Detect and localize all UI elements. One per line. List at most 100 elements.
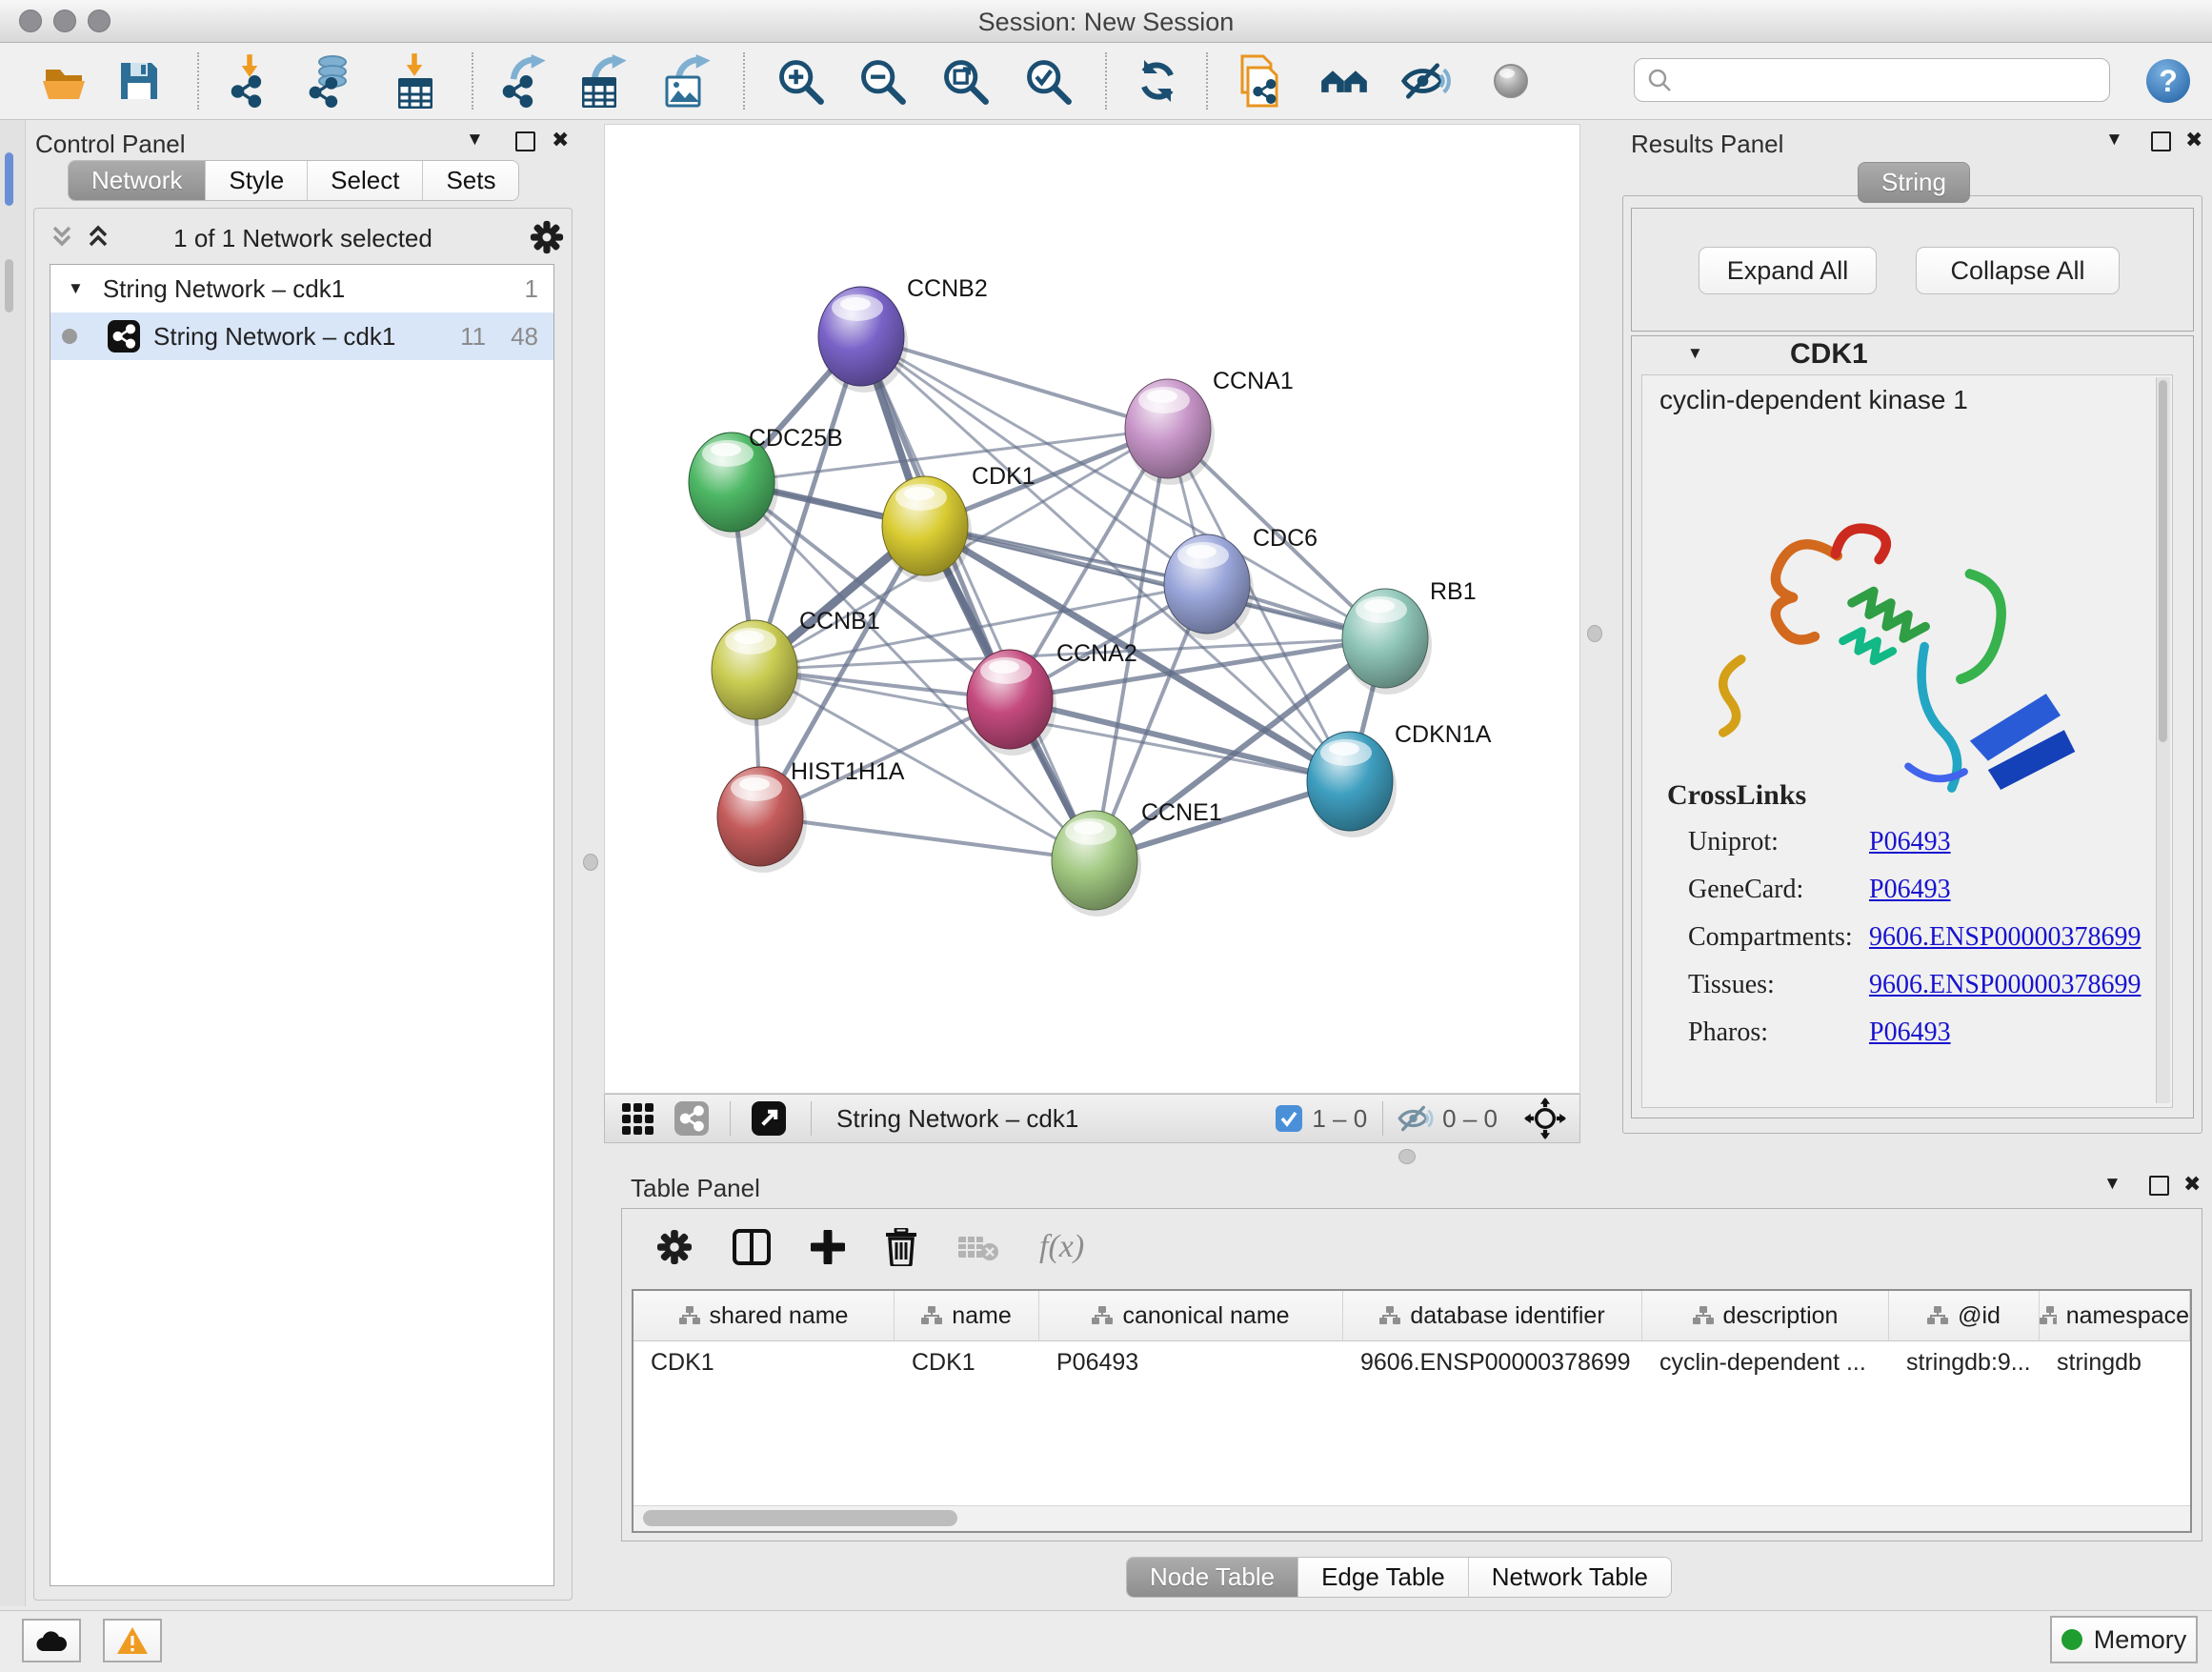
crosslink-link[interactable]: 9606.ENSP00000378699 [1869, 970, 2141, 1000]
edge-HIST1H1A-CCNE1[interactable] [760, 816, 1095, 860]
node-RB1[interactable] [1342, 589, 1432, 695]
add-column-plus-icon[interactable] [811, 1230, 845, 1264]
memory-status-button[interactable]: Memory [2050, 1616, 2198, 1663]
first-neighbors-button[interactable] [1317, 54, 1371, 108]
gene-card-expander-icon[interactable]: ▼ [1687, 344, 1703, 363]
hidden-eye-slash-icon[interactable] [1397, 1104, 1435, 1133]
open-session-button[interactable] [38, 54, 91, 108]
delete-column-trash-icon[interactable] [885, 1228, 917, 1266]
dock-tab-gray[interactable] [5, 259, 13, 312]
results-panel-maximize-icon[interactable] [2151, 131, 2171, 151]
collection-expander-icon[interactable]: ▼ [68, 279, 84, 298]
detach-view-icon[interactable] [752, 1101, 786, 1136]
zoom-selected-button[interactable] [1021, 54, 1075, 108]
zoom-in-button[interactable] [774, 54, 827, 108]
network-options-gear-icon[interactable] [530, 220, 564, 254]
node-CCNE1[interactable] [1052, 811, 1141, 917]
results-tab-string[interactable]: String [1858, 162, 1970, 203]
crosslink-row: GeneCard:P06493 [1688, 875, 2145, 905]
help-button[interactable]: ? [2142, 54, 2195, 108]
table-tab-edge-table[interactable]: Edge Table [1298, 1558, 1469, 1597]
node-CCNB2[interactable] [818, 287, 908, 393]
import-network-database-button[interactable] [303, 54, 356, 108]
column-header-databaseidentifier[interactable]: database identifier [1343, 1291, 1642, 1341]
right-splitter-grip[interactable] [1587, 625, 1602, 642]
selected-checkbox-icon[interactable] [1276, 1105, 1302, 1132]
grid-view-icon[interactable] [622, 1103, 654, 1135]
crosslink-link[interactable]: P06493 [1869, 875, 1951, 905]
table-horizontal-scrollbar[interactable] [633, 1505, 2190, 1531]
control-panel-float-icon[interactable]: ▼ [466, 130, 484, 151]
control-tab-network[interactable]: Network [69, 161, 206, 200]
table-panel-float-icon[interactable]: ▼ [2103, 1174, 2122, 1195]
table-cell[interactable]: CDK1 [895, 1341, 1039, 1383]
results-panel-float-icon[interactable]: ▼ [2105, 130, 2123, 151]
warnings-status-button[interactable] [103, 1619, 162, 1662]
crosslink-link[interactable]: P06493 [1869, 1017, 1951, 1048]
import-table-file-button[interactable] [389, 54, 442, 108]
control-panel-maximize-icon[interactable] [515, 131, 535, 151]
save-session-button[interactable] [112, 54, 166, 108]
table-cell[interactable]: stringdb:9... [1889, 1341, 2040, 1383]
results-scrollbar[interactable] [2156, 377, 2170, 1103]
left-splitter-grip[interactable] [583, 854, 598, 871]
control-tab-select[interactable]: Select [308, 161, 423, 200]
column-header-name[interactable]: name [895, 1291, 1039, 1341]
column-header-sharedname[interactable]: shared name [633, 1291, 895, 1341]
show-columns-icon[interactable] [733, 1229, 771, 1265]
table-panel-close-icon[interactable]: ✖ [2183, 1172, 2201, 1197]
control-tab-sets[interactable]: Sets [423, 161, 518, 200]
crosslink-link[interactable]: P06493 [1869, 827, 1951, 857]
network-thumbnail-icon[interactable] [674, 1101, 709, 1136]
delete-table-icon[interactable] [957, 1233, 999, 1261]
collapse-all-button[interactable]: Collapse All [1916, 247, 2120, 294]
string-network-graph[interactable]: CCNB2CCNA1CDC25BCDK1CDC6RB1CCNB1CCNA2CDK… [605, 125, 1579, 1093]
hide-selected-button[interactable] [1399, 54, 1453, 108]
column-header-canonicalname[interactable]: canonical name [1039, 1291, 1343, 1341]
horizontal-splitter-grip[interactable] [1398, 1149, 1416, 1164]
cloud-status-button[interactable] [22, 1619, 81, 1662]
show-all-button[interactable] [1484, 54, 1538, 108]
results-panel-close-icon[interactable]: ✖ [2185, 128, 2202, 152]
results-scrollbar-thumb[interactable] [2159, 380, 2167, 742]
table-tab-network-table[interactable]: Network Table [1469, 1558, 1671, 1597]
network-collection-row[interactable]: ▼ String Network – cdk1 1 [50, 265, 553, 312]
refresh-view-button[interactable] [1131, 54, 1184, 108]
hierarchy-icon [921, 1306, 942, 1325]
hierarchy-icon [1379, 1306, 1400, 1325]
search-input[interactable] [1673, 65, 2109, 96]
table-cell[interactable]: cyclin-dependent ... [1642, 1341, 1889, 1383]
import-network-file-button[interactable] [222, 54, 275, 108]
clone-network-button[interactable] [1233, 54, 1286, 108]
control-panel-close-icon[interactable]: ✖ [552, 128, 569, 152]
table-cell[interactable]: 9606.ENSP00000378699 [1343, 1341, 1642, 1383]
table-options-gear-icon[interactable] [656, 1229, 693, 1265]
table-tab-node-table[interactable]: Node Table [1127, 1558, 1298, 1597]
node-CCNA1[interactable] [1125, 379, 1215, 485]
table-panel-maximize-icon[interactable] [2149, 1176, 2169, 1196]
network-row[interactable]: String Network – cdk1 11 48 [50, 312, 553, 360]
table-cell[interactable]: CDK1 [633, 1341, 895, 1383]
function-builder-icon[interactable]: f(x) [1039, 1229, 1084, 1265]
network-canvas[interactable]: CCNB2CCNA1CDC25BCDK1CDC6RB1CCNB1CCNA2CDK… [604, 124, 1580, 1094]
column-header-id[interactable]: @id [1889, 1291, 2040, 1341]
node-CDK1[interactable] [882, 476, 972, 582]
export-table-button[interactable] [577, 54, 631, 108]
zoom-fit-button[interactable] [938, 54, 992, 108]
zoom-out-button[interactable] [855, 54, 909, 108]
table-cell[interactable]: stringdb [2040, 1341, 2190, 1383]
dock-tab-blue[interactable] [5, 152, 13, 206]
export-network-button[interactable] [496, 54, 550, 108]
crosslink-link[interactable]: 9606.ENSP00000378699 [1869, 922, 2141, 953]
node-CCNB1[interactable] [712, 620, 801, 726]
table-scrollbar-thumb[interactable] [643, 1510, 957, 1526]
export-image-button[interactable] [661, 54, 714, 108]
table-cell[interactable]: P06493 [1039, 1341, 1343, 1383]
column-header-description[interactable]: description [1642, 1291, 1889, 1341]
gene-result-card: ▼ CDK1 cyclin-dependent kinase 1 [1631, 335, 2194, 1118]
column-header-namespace[interactable]: namespace [2040, 1291, 2190, 1341]
expand-all-button[interactable]: Expand All [1699, 247, 1877, 294]
fit-pan-crosshair-icon[interactable] [1524, 1098, 1566, 1139]
control-tab-style[interactable]: Style [206, 161, 308, 200]
node-CDKN1A[interactable] [1307, 732, 1397, 837]
